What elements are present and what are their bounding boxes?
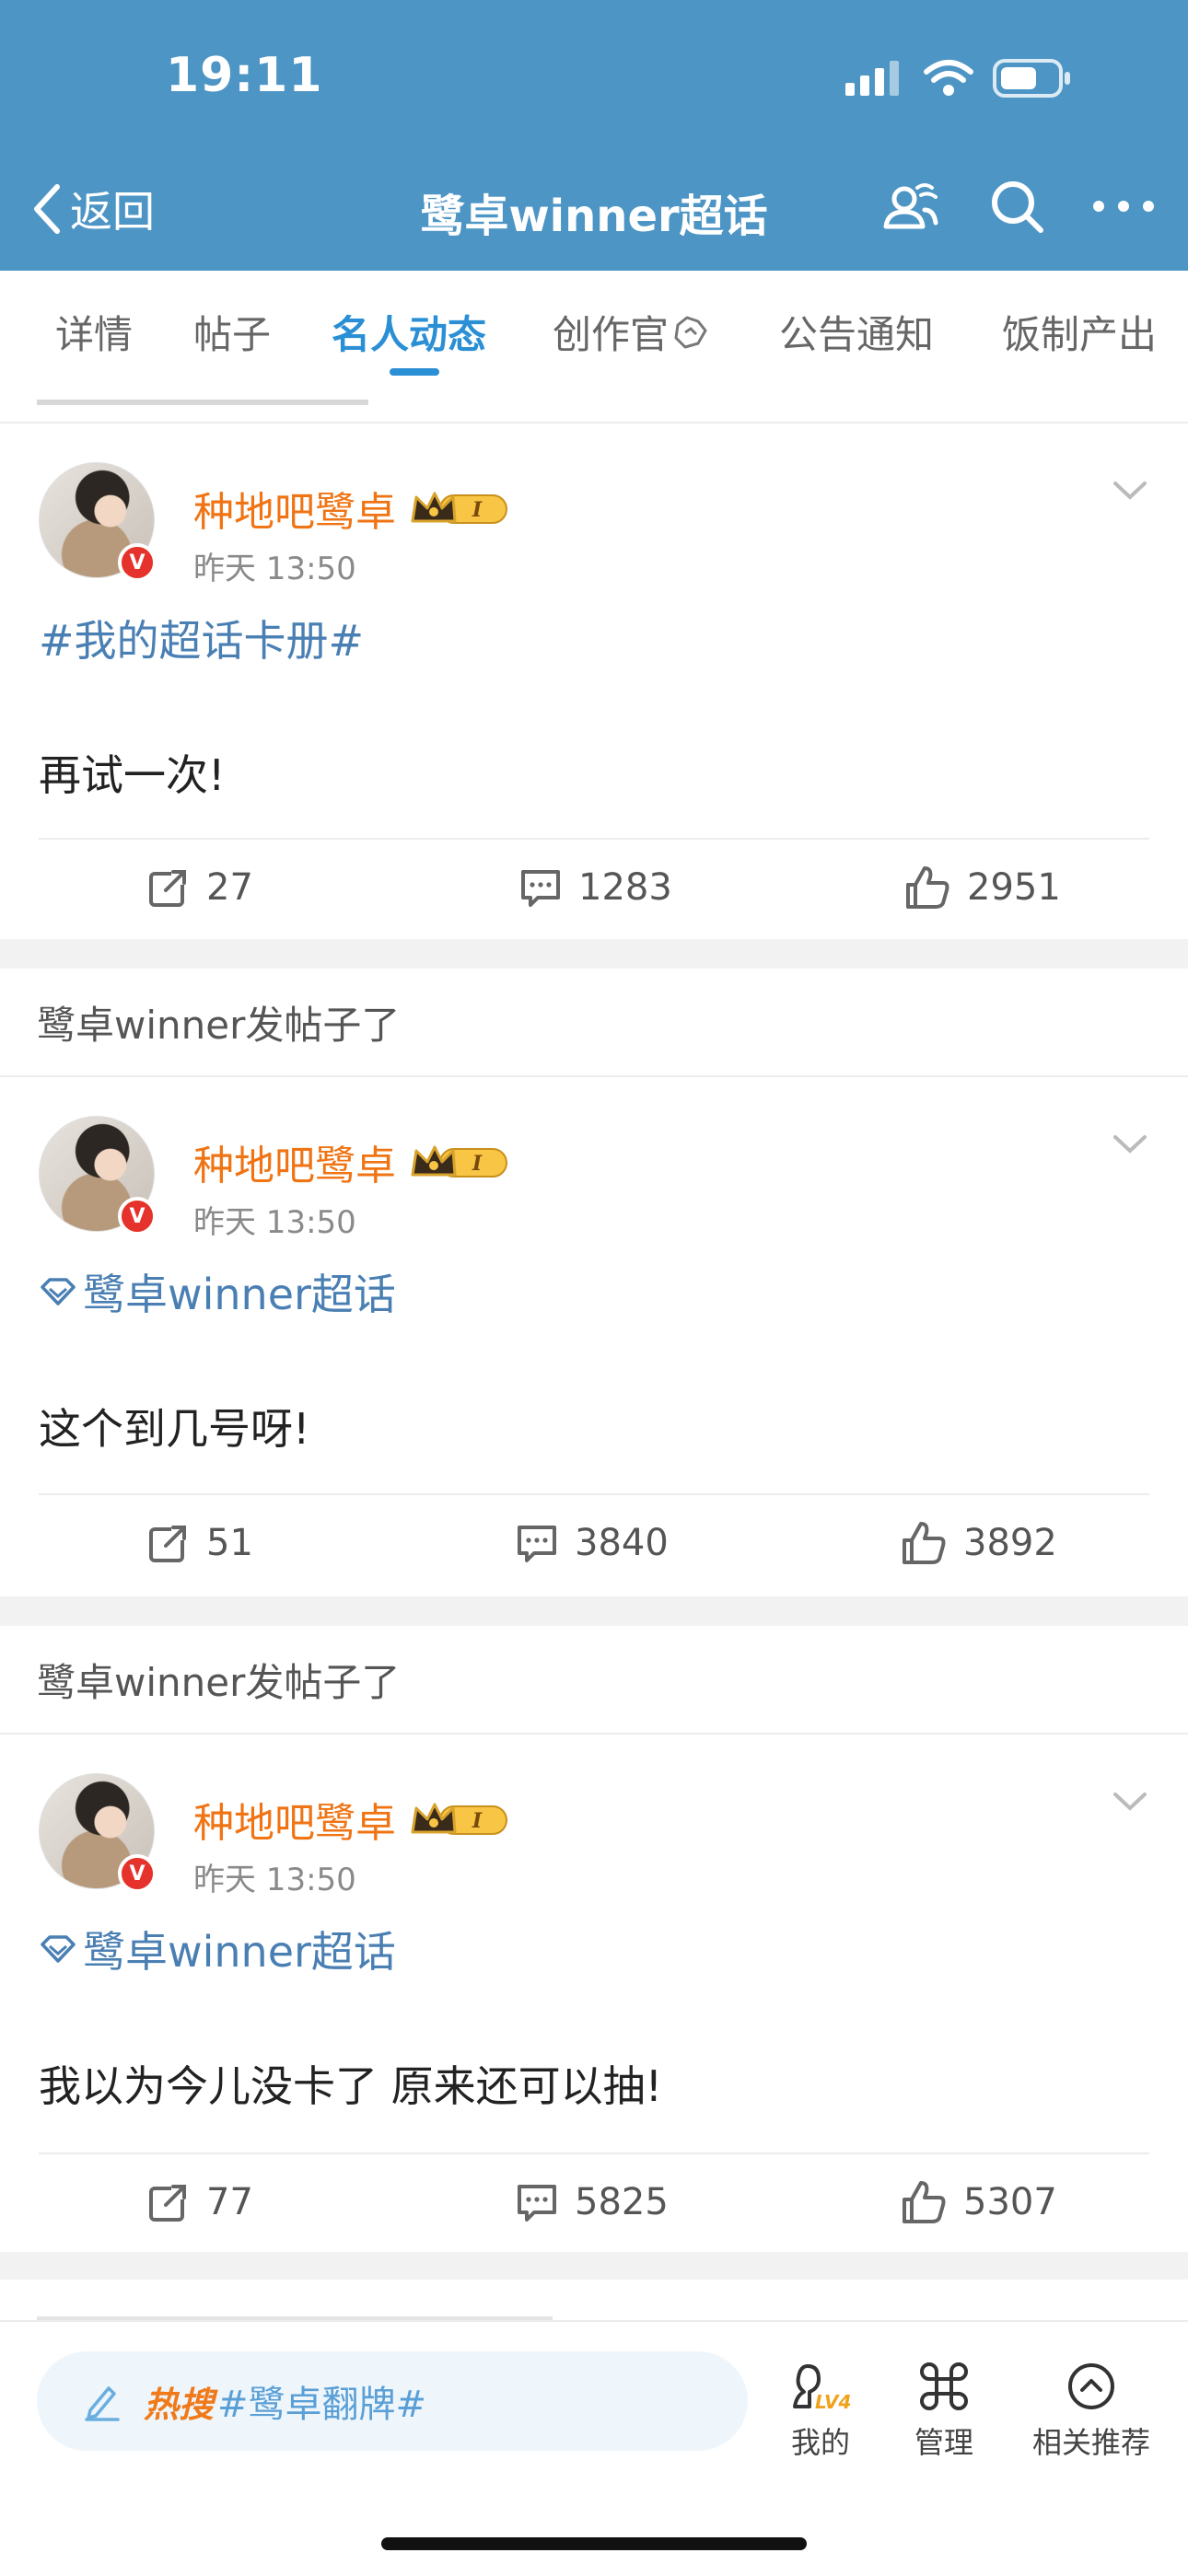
tab-celebrity-updates[interactable]: 名人动态 <box>332 304 486 360</box>
thumbs-up-icon <box>903 1522 946 1564</box>
creator-badge-icon <box>674 316 707 348</box>
chevron-down-icon <box>1113 482 1147 500</box>
post-time: 昨天 13:50 <box>193 1862 356 1898</box>
verified-badge-icon: V <box>118 543 157 582</box>
verified-badge-icon: V <box>118 1197 157 1236</box>
status-time: 19:11 <box>166 48 323 103</box>
hot-search-tag: #鹭卓翻牌# <box>217 2384 427 2426</box>
post-text: 这个到几号呀! <box>39 1404 310 1454</box>
supertopic-link[interactable]: 鹭卓winner超话 <box>39 1919 396 1979</box>
hot-search-label: 热搜 <box>144 2384 215 2425</box>
like-button[interactable]: 5307 <box>901 2154 1057 2250</box>
group-chat-icon <box>883 183 938 229</box>
comment-icon <box>518 1526 556 1562</box>
nav-actions <box>875 171 1159 241</box>
tab-bar: 详情 帖子 名人动态 创作官 公告通知 饭制产出 <box>0 271 1188 390</box>
thumbs-up-icon <box>906 866 949 909</box>
supertopic-link[interactable]: 鹭卓winner超话 <box>39 1261 396 1322</box>
hot-search-bar[interactable]: 热搜 #鹭卓翻牌# <box>37 2351 748 2451</box>
svg-text:LV4: LV4 <box>815 2391 851 2413</box>
next-post-edge <box>0 2280 1188 2322</box>
nav-mine-label: 我的 <box>790 2425 850 2460</box>
section-gap <box>0 2252 1188 2280</box>
nav-manage[interactable]: 管理 <box>884 2359 1004 2462</box>
author-name[interactable]: 种地吧鹭卓 I <box>193 479 512 538</box>
active-tab-indicator <box>390 368 439 376</box>
thumbs-up-icon <box>903 2181 946 2223</box>
post-card[interactable]: V 种地吧鹭卓 I 昨天 13:50 #我的超话卡册# 再试一次! 27 128… <box>0 424 1188 939</box>
post-menu-button[interactable] <box>1112 1134 1147 1158</box>
tab-posts[interactable]: 帖子 <box>193 304 271 360</box>
crown-level-icon: I <box>409 1142 512 1182</box>
post-actions: 51 3840 3892 <box>0 1495 1188 1591</box>
post-header: 鹭卓winner发帖子了 <box>0 969 1188 1077</box>
like-button[interactable]: 3892 <box>901 1495 1057 1591</box>
post-time: 昨天 13:50 <box>193 551 356 587</box>
post-time: 昨天 13:50 <box>193 1204 356 1241</box>
post-header: 鹭卓winner发帖子了 <box>0 1626 1188 1735</box>
post-card[interactable]: 鹭卓winner发帖子了 V 种地吧鹭卓 I 昨天 13:50 鹭卓winner… <box>0 969 1188 1596</box>
chevron-down-icon <box>1113 1135 1147 1154</box>
search-icon <box>992 181 1043 233</box>
tab-details[interactable]: 详情 <box>55 304 133 360</box>
group-chat-button[interactable] <box>875 171 945 241</box>
post-actions: 77 5825 5307 <box>0 2154 1188 2250</box>
comment-button[interactable]: 5825 <box>516 2154 669 2250</box>
search-button[interactable] <box>982 171 1052 241</box>
status-icons <box>838 55 1077 101</box>
svg-text:I: I <box>472 498 483 522</box>
more-dots-icon <box>1093 201 1154 212</box>
verified-badge-icon: V <box>118 1854 157 1893</box>
repost-button[interactable]: 51 <box>147 1495 253 1591</box>
nav-manage-label: 管理 <box>914 2425 973 2460</box>
post-text: 我以为今儿没卡了 原来还可以抽! <box>39 2061 663 2111</box>
section-gap <box>0 939 1188 969</box>
post-text: 再试一次! <box>39 750 226 800</box>
crown-level-icon: I <box>409 488 512 528</box>
chevron-down-icon <box>1113 1793 1147 1811</box>
nav-mine[interactable]: LV4 我的 <box>761 2359 880 2462</box>
svg-text:I: I <box>472 1809 483 1833</box>
author-name[interactable]: 种地吧鹭卓 I <box>193 1790 512 1849</box>
profile-level-icon: LV4 <box>793 2364 851 2413</box>
repost-icon <box>149 866 190 907</box>
signal-wifi-battery-icon <box>845 59 1070 98</box>
post-menu-button[interactable] <box>1112 1792 1147 1816</box>
repost-icon <box>149 1522 190 1562</box>
previous-item-edge <box>0 389 1188 424</box>
repost-button[interactable]: 27 <box>147 840 253 935</box>
more-button[interactable] <box>1089 171 1159 241</box>
nav-related[interactable]: 相关推荐 <box>1022 2359 1160 2462</box>
top-bar: 19:11 返回 鹭卓winner超话 <box>0 0 1188 271</box>
author-name[interactable]: 种地吧鹭卓 I <box>193 1132 512 1191</box>
tab-fan-works[interactable]: 饭制产出 <box>1002 304 1157 360</box>
post-card[interactable]: 鹭卓winner发帖子了 V 种地吧鹭卓 I 昨天 13:50 鹭卓winner… <box>0 1626 1188 2252</box>
supertopic-diamond-icon <box>41 1935 76 1963</box>
post-menu-button[interactable] <box>1112 481 1147 505</box>
svg-text:I: I <box>472 1152 483 1176</box>
tab-creator[interactable]: 创作官 <box>553 304 711 360</box>
section-gap <box>0 1596 1188 1626</box>
pencil-icon <box>85 2386 120 2421</box>
comment-icon <box>518 2185 556 2222</box>
tab-announcements[interactable]: 公告通知 <box>779 304 934 360</box>
like-button[interactable]: 2951 <box>904 840 1061 935</box>
nav-related-label: 相关推荐 <box>1031 2425 1150 2460</box>
crown-level-icon: I <box>409 1799 512 1839</box>
repost-button[interactable]: 77 <box>147 2154 253 2250</box>
comment-button[interactable]: 1283 <box>519 840 672 935</box>
home-indicator <box>381 2537 807 2550</box>
topic-hashtag[interactable]: #我的超话卡册# <box>39 608 364 668</box>
comment-icon <box>521 870 560 907</box>
command-icon <box>920 2362 968 2410</box>
chevron-up-circle-icon <box>1068 2363 1114 2409</box>
comment-button[interactable]: 3840 <box>516 1495 669 1591</box>
repost-icon <box>149 2181 190 2222</box>
post-actions: 27 1283 2951 <box>0 840 1188 935</box>
supertopic-diamond-icon <box>41 1278 76 1305</box>
